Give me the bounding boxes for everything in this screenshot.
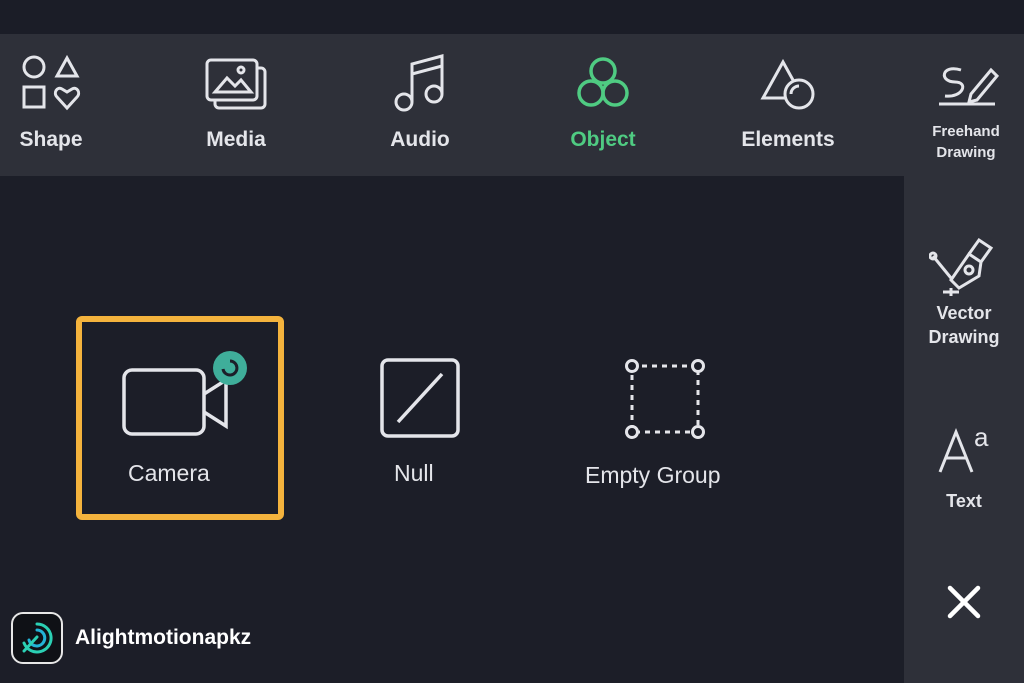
close-icon: [944, 582, 984, 627]
tab-label: Audio: [390, 128, 450, 151]
tab-label: Shape: [19, 128, 83, 151]
tab-elements[interactable]: Elements: [734, 34, 842, 176]
vector-label-line1: Vector: [936, 303, 992, 323]
empty-group-icon: [620, 354, 710, 449]
shape-icon: [15, 52, 87, 116]
tab-shape[interactable]: Shape: [5, 34, 97, 176]
text-button[interactable]: a Text: [904, 422, 1024, 513]
brand-watermark: Alightmotionapkz: [11, 612, 251, 664]
text-icon: a: [934, 422, 994, 483]
camera-icon: [120, 346, 252, 441]
media-icon: [200, 52, 272, 116]
null-icon: [378, 356, 462, 445]
object-label: Camera: [128, 460, 210, 486]
close-button[interactable]: [904, 582, 1024, 627]
add-toolbar: Shape Media Audio Object Elements Freeha…: [0, 34, 1024, 176]
alight-motion-logo: [11, 612, 63, 664]
svg-text:a: a: [974, 422, 989, 452]
tab-label: Object: [570, 128, 636, 151]
right-sidebar: Vector Drawing a Text: [904, 176, 1024, 683]
tab-media[interactable]: Media: [190, 34, 282, 176]
status-strip: [0, 0, 1024, 34]
object-empty-group[interactable]: Empty Group: [575, 338, 755, 503]
object-label: Null: [394, 460, 434, 486]
object-icon: [567, 52, 639, 116]
freehand-drawing-icon: [930, 52, 1002, 116]
brand-name: Alightmotionapkz: [75, 626, 252, 649]
vector-drawing-label: Vector Drawing: [928, 301, 999, 349]
elements-icon: [752, 52, 824, 116]
vector-pen-icon: [928, 230, 999, 301]
tab-label-line1: Freehand: [932, 123, 1000, 140]
tab-freehand-drawing[interactable]: Freehand Drawing: [914, 34, 1018, 176]
object-camera[interactable]: Camera: [100, 338, 260, 503]
tab-label-line2: Drawing: [936, 144, 996, 161]
tab-label: Media: [206, 128, 266, 151]
tab-audio[interactable]: Audio: [374, 34, 466, 176]
tab-object[interactable]: Object: [557, 34, 649, 176]
vector-label-line2: Drawing: [928, 327, 1000, 347]
text-label: Text: [946, 491, 982, 511]
tab-label: Freehand Drawing: [932, 121, 1000, 163]
audio-icon: [384, 52, 456, 116]
vector-drawing-button[interactable]: Vector Drawing: [904, 230, 1024, 349]
object-null[interactable]: Null: [360, 338, 480, 503]
tab-label: Elements: [741, 128, 835, 151]
object-label: Empty Group: [585, 462, 721, 488]
